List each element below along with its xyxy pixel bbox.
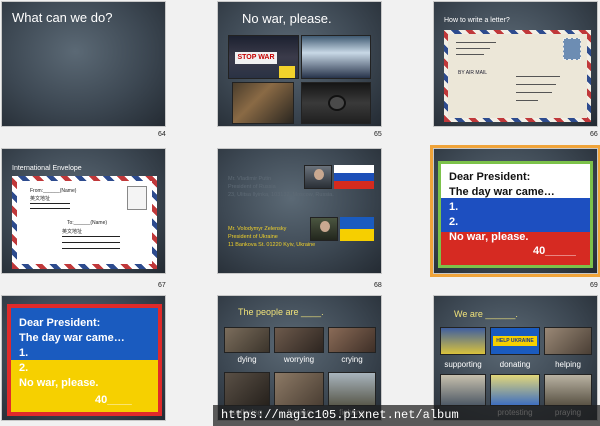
slide-thumbnail-69[interactable]: Dear President: The day war came… 1. 2. …	[430, 145, 600, 277]
slide-title: How to write a letter?	[444, 17, 510, 24]
watermark-url: https://magic105.pixnet.net/album	[213, 405, 600, 426]
supporting-photo	[440, 327, 486, 355]
ukraine-flag	[340, 217, 374, 241]
slide-thumbnail-65[interactable]: No war, please. STOP WAR	[217, 1, 382, 127]
soldier-photo	[232, 82, 294, 124]
label-helping: helping	[555, 360, 581, 369]
stamp-box	[127, 186, 147, 210]
protesting-photo	[490, 374, 540, 406]
letter-text: Dear President: The day war came… 1. 2. …	[449, 171, 555, 243]
label-worrying: worrying	[283, 355, 315, 364]
help-ukraine-banner: HELP UKRAINE	[493, 336, 537, 346]
from-address-hint: 英文地址	[30, 196, 51, 202]
fleeing-photo	[274, 372, 324, 406]
slide-number: 65	[374, 131, 382, 138]
zelensky-address: Mr. Volodymyr Zelensky President of Ukrai…	[228, 226, 316, 248]
label-supporting: supporting	[444, 360, 482, 369]
football-photo	[301, 35, 371, 79]
envelope-template: From:______(Name) 英文地址 To:______(Name) 英…	[12, 176, 157, 269]
russia-flag-letter: Dear President: The day war came… 1. 2. …	[438, 161, 593, 268]
crowd-photo	[440, 374, 486, 406]
slide-title: What can we do?	[12, 10, 113, 25]
slide-number: 69	[590, 282, 598, 289]
slide-number: 67	[158, 282, 166, 289]
donating-photo: HELP UKRAINE	[490, 327, 540, 355]
slide-thumbnail-66[interactable]: How to write a letter? BY AIR MAIL	[433, 1, 598, 127]
airmail-stamp-text: BY AIR MAIL	[458, 70, 488, 76]
label-crying: crying	[341, 355, 363, 364]
slide-title: The people are ____.	[238, 307, 324, 317]
slide-thumbnail-71[interactable]: The people are ____. dying worrying cryi…	[217, 295, 382, 421]
slide-title: We are ______.	[454, 309, 518, 319]
to-label: To:______(Name)	[67, 220, 108, 226]
helping-photo	[544, 327, 592, 355]
from-label: From:______(Name)	[30, 188, 77, 194]
slide-thumbnail-68[interactable]: Mr. Vladimir Putin President of Russia 23,…	[217, 148, 382, 274]
word-count: 40_____	[533, 245, 576, 257]
russia-flag	[334, 165, 374, 189]
slide-number: 64	[158, 131, 166, 138]
slide-thumbnail-70[interactable]: Dear President: The day war came… 1. 2. …	[1, 295, 166, 421]
zelensky-photo	[310, 217, 338, 241]
stop-war-banner: STOP WAR	[235, 52, 277, 64]
airmail-envelope: BY AIR MAIL	[444, 30, 591, 122]
slide-number: 68	[374, 282, 382, 289]
praying-photo	[544, 374, 592, 406]
letter-text: Dear President: The day war came… 1. 2. …	[19, 317, 125, 389]
postage-stamp	[563, 38, 581, 60]
ukraine-flag-letter: Dear President: The day war came… 1. 2. …	[7, 304, 162, 416]
slide-title: No war, please.	[242, 11, 332, 26]
putin-photo	[304, 165, 332, 189]
camera-photo	[301, 82, 371, 124]
label-donating: donating	[499, 360, 531, 369]
slide-thumbnail-72[interactable]: We are ______. HELP UKRAINE supporting d…	[433, 295, 598, 421]
word-count: 40____	[95, 394, 132, 406]
slide-thumbnail-64[interactable]: What can we do?	[1, 1, 166, 127]
slide-thumbnail-67[interactable]: International Envelope From:______(Name)…	[1, 148, 166, 274]
slide-sorter: What can we do? 64 No war, please. STOP …	[0, 0, 600, 426]
stop-war-photo: STOP WAR	[228, 35, 299, 79]
slide-title: International Envelope	[12, 165, 82, 172]
to-address-hint: 英文地址	[62, 229, 83, 235]
slide-number: 66	[590, 131, 598, 138]
crying-photo	[328, 327, 376, 353]
fighting-photo	[328, 372, 376, 406]
dying-photo	[224, 327, 270, 353]
worrying-photo	[274, 327, 324, 353]
label-dying: dying	[237, 355, 257, 364]
suffering-photo	[224, 372, 270, 406]
